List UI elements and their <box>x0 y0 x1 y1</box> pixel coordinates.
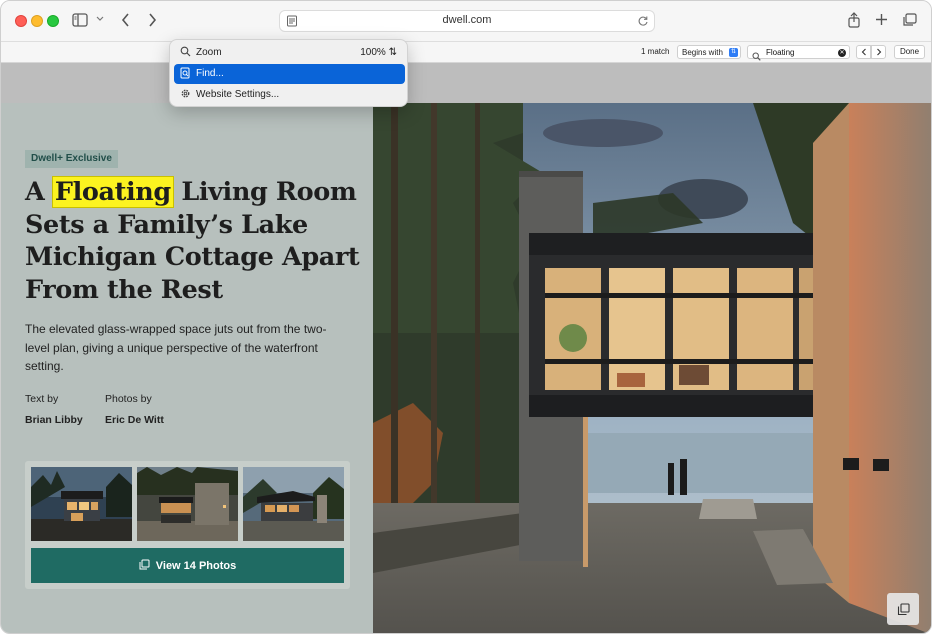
zoom-value[interactable]: 100% ⇅ <box>360 47 397 58</box>
find-label: Find... <box>196 68 224 79</box>
find-search-field[interactable]: Floating ✕ <box>747 45 850 61</box>
find-mode-select[interactable]: Begins with ⇅ <box>677 45 741 59</box>
menu-item-zoom[interactable]: Zoom 100% ⇅ <box>174 43 405 63</box>
new-tab-icon[interactable] <box>875 13 888 26</box>
next-match-button[interactable] <box>871 45 886 59</box>
forward-icon[interactable] <box>147 13 157 27</box>
menu-item-find[interactable]: Find... <box>174 64 405 84</box>
gallery-icon[interactable] <box>887 593 919 625</box>
gear-icon <box>180 88 191 102</box>
close-window-button[interactable] <box>15 15 27 27</box>
zoom-window-button[interactable] <box>47 15 59 27</box>
article-intro: Dwell+ Exclusive A Floating Living Room … <box>1 103 373 633</box>
find-bar: 1 match Begins with ⇅ Floating ✕ Done <box>1 41 931 63</box>
site-header-dimmed <box>1 63 931 103</box>
article-headline: A Floating Living Room Sets a Family’s L… <box>25 176 365 306</box>
view-photos-label: View 14 Photos <box>155 559 237 572</box>
zoom-level: 100% <box>360 47 386 58</box>
clear-search-icon[interactable]: ✕ <box>838 48 846 57</box>
gallery-thumbnail[interactable] <box>243 467 344 541</box>
menu-item-website-settings[interactable]: Website Settings... <box>174 85 405 105</box>
browser-toolbar: dwell.com <box>1 1 931 41</box>
find-highlight: Floating <box>51 176 174 208</box>
find-icon <box>180 67 191 82</box>
stepper-icon: ⇅ <box>388 47 397 58</box>
view-photos-button[interactable]: View 14 Photos <box>31 548 344 583</box>
website-settings-label: Website Settings... <box>196 89 280 100</box>
zoom-icon <box>180 46 191 60</box>
author-name[interactable]: Brian Libby <box>25 414 83 426</box>
tab-overview-icon[interactable] <box>902 13 917 27</box>
share-icon[interactable] <box>847 12 861 28</box>
find-mode-label: Begins with <box>682 48 723 57</box>
find-done-button[interactable]: Done <box>894 45 925 59</box>
stepper-icon: ⇅ <box>729 48 738 57</box>
url-text: dwell.com <box>442 14 492 26</box>
article-dek: The elevated glass-wrapped space juts ou… <box>25 322 327 373</box>
match-count: 1 match <box>641 47 670 56</box>
photographer-name[interactable]: Eric De Witt <box>105 414 164 426</box>
reload-icon[interactable] <box>637 14 649 32</box>
back-icon[interactable] <box>121 13 131 27</box>
gallery-thumbnail[interactable] <box>137 467 238 541</box>
previous-match-button[interactable] <box>856 45 871 59</box>
find-query: Floating <box>766 48 795 57</box>
address-bar[interactable]: dwell.com <box>279 10 655 32</box>
text-by-label: Text by <box>25 393 59 405</box>
photos-icon <box>139 559 150 573</box>
sidebar-icon[interactable] <box>72 13 88 27</box>
headline-prefix: A <box>25 177 53 207</box>
page-menu-popover: Zoom 100% ⇅ Find... Website Settings... <box>169 39 408 107</box>
photo-gallery-preview: View 14 Photos <box>25 461 350 589</box>
browser-window: dwell.com 1 match Begins with ⇅ Floating… <box>0 0 932 634</box>
exclusive-badge[interactable]: Dwell+ Exclusive <box>25 150 118 168</box>
chevron-down-icon[interactable] <box>96 16 104 22</box>
hero-photo <box>373 103 931 633</box>
photos-by-label: Photos by <box>105 393 152 405</box>
gallery-thumbnail[interactable] <box>31 467 132 541</box>
minimize-window-button[interactable] <box>31 15 43 27</box>
zoom-label: Zoom <box>196 47 222 58</box>
